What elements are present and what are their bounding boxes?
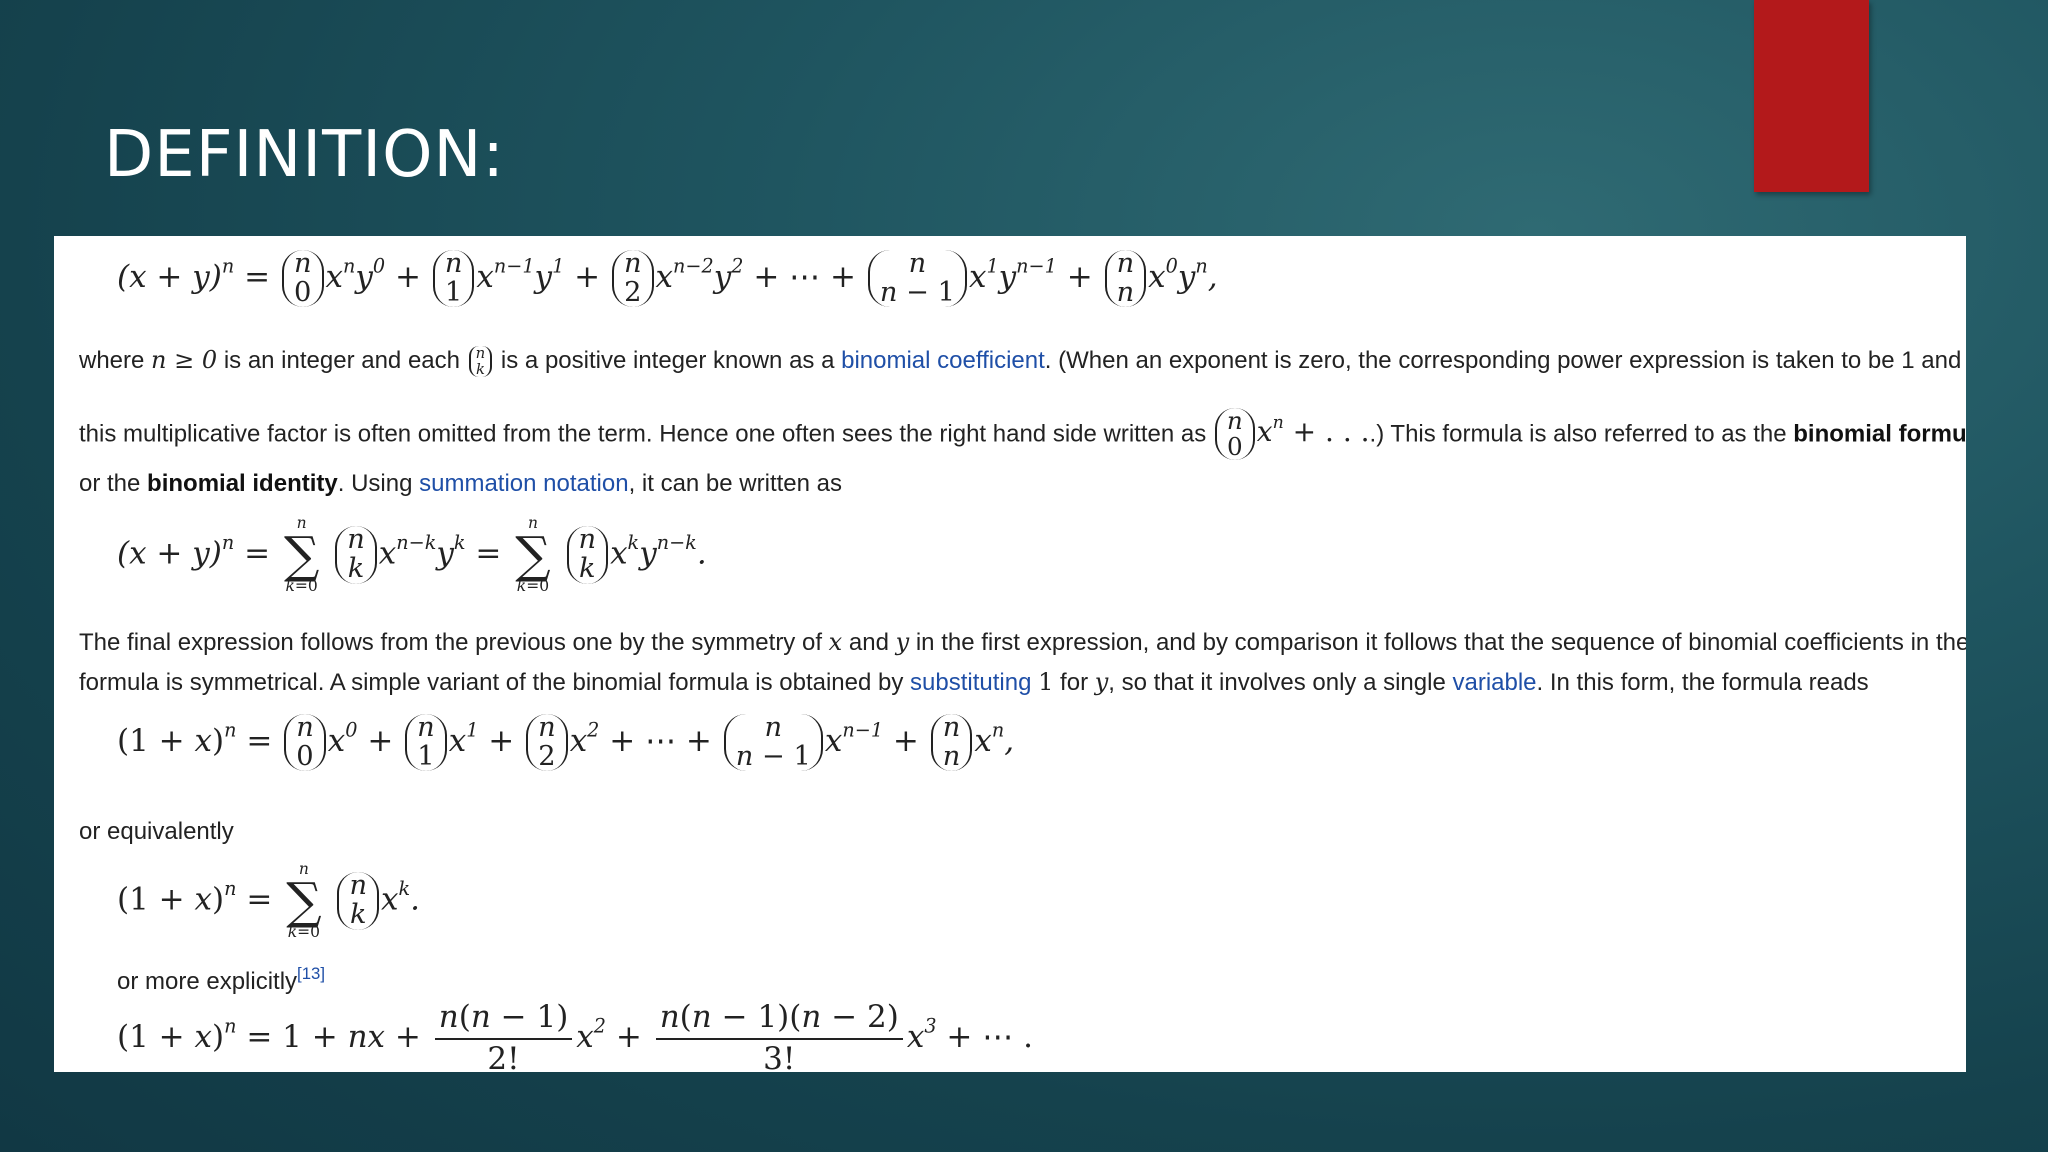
summation-notation-link[interactable]: summation notation (419, 470, 628, 497)
paragraph-line-6: or equivalently (79, 818, 234, 845)
equation-binomial-expansion: (x + y)n = n 0 xny0 + n 1 xn−1y1 + n 2 xn−2y2 … (117, 248, 1218, 308)
paragraph-line-7: or more explicitly[13] (117, 964, 326, 996)
paragraph-line-1: where n ≥ 0 is an integer and each nk is… (79, 344, 1962, 378)
slide-title: DEFINITION: (104, 118, 505, 192)
equation-one-plus-x-sum: (1 + x)n = n ∑ k=0 n k xk. (117, 860, 420, 941)
content-panel: (x + y)n = n 0 xny0 + n 1 xn−1y1 + n 2 xn−2y2 … (54, 236, 1966, 1072)
paragraph-line-3: or the binomial identity. Using summatio… (79, 470, 842, 497)
equation-explicit: (1 + x)n = 1 + nx + n(n − 1) 2! x2 + n(n −… (117, 999, 1033, 1072)
binomial-coefficient-link[interactable]: binomial coefficient (841, 347, 1045, 374)
accent-bar (1754, 0, 1869, 192)
equation-one-plus-x: (1 + x)n = n 0 x0 + n 1 x1 + n 2 x2 + ⋯ + nn −… (117, 712, 1015, 772)
reference-13-link[interactable]: [13] (297, 964, 325, 983)
paragraph-line-4: The final expression follows from the pr… (79, 628, 1966, 656)
equation-summation: (x + y)n = n ∑ k=0 n k xn−kyk = n ∑ k=0 n k xkyn… (117, 514, 707, 595)
paragraph-line-5: formula is symmetrical. A simple variant… (79, 668, 1869, 696)
substituting-link[interactable]: substituting (910, 669, 1031, 696)
paragraph-line-2: this multiplicative factor is often omit… (79, 406, 1966, 461)
binomial-n-k: nk (468, 345, 493, 378)
variable-link[interactable]: variable (1452, 669, 1536, 696)
